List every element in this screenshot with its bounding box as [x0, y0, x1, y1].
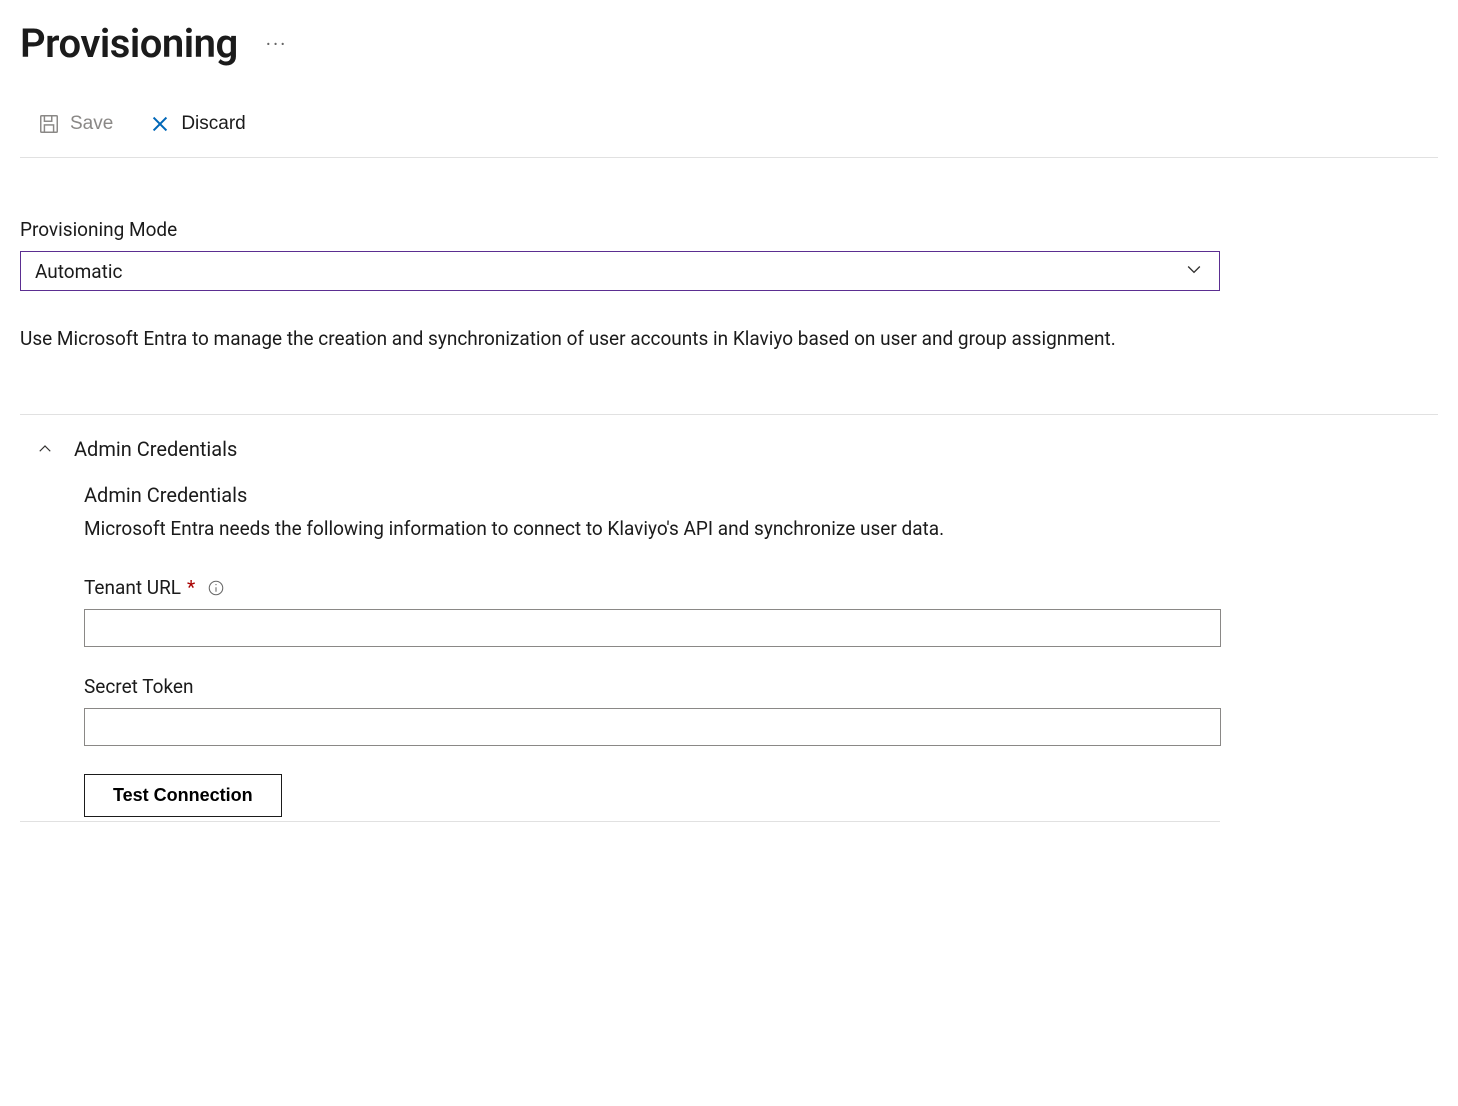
tenant-url-input[interactable]	[84, 609, 1221, 647]
close-icon	[149, 113, 171, 135]
chevron-up-icon	[36, 440, 54, 458]
test-connection-button[interactable]: Test Connection	[84, 774, 282, 817]
toolbar: Save Discard	[20, 109, 1438, 158]
provisioning-mode-label: Provisioning Mode	[20, 218, 1438, 241]
info-icon[interactable]	[207, 579, 225, 597]
admin-credentials-heading: Admin Credentials	[84, 483, 1252, 507]
tenant-url-label: Tenant URL	[84, 576, 181, 599]
save-icon	[38, 113, 60, 135]
secret-token-label: Secret Token	[84, 675, 193, 698]
admin-credentials-section-title: Admin Credentials	[74, 437, 237, 461]
admin-credentials-description: Microsoft Entra needs the following info…	[84, 517, 1252, 540]
provisioning-mode-value: Automatic	[35, 260, 122, 283]
discard-button[interactable]: Discard	[143, 109, 251, 139]
admin-credentials-accordion-header[interactable]: Admin Credentials	[20, 415, 1438, 483]
required-indicator: *	[187, 576, 195, 599]
save-button[interactable]: Save	[32, 109, 119, 139]
secret-token-input[interactable]	[84, 708, 1221, 746]
discard-button-label: Discard	[181, 113, 245, 135]
provisioning-mode-description: Use Microsoft Entra to manage the creati…	[20, 321, 1220, 356]
page-title: Provisioning	[20, 20, 238, 67]
more-actions-button[interactable]: ···	[266, 32, 288, 56]
save-button-label: Save	[70, 113, 113, 135]
provisioning-mode-select[interactable]: Automatic	[20, 251, 1220, 291]
